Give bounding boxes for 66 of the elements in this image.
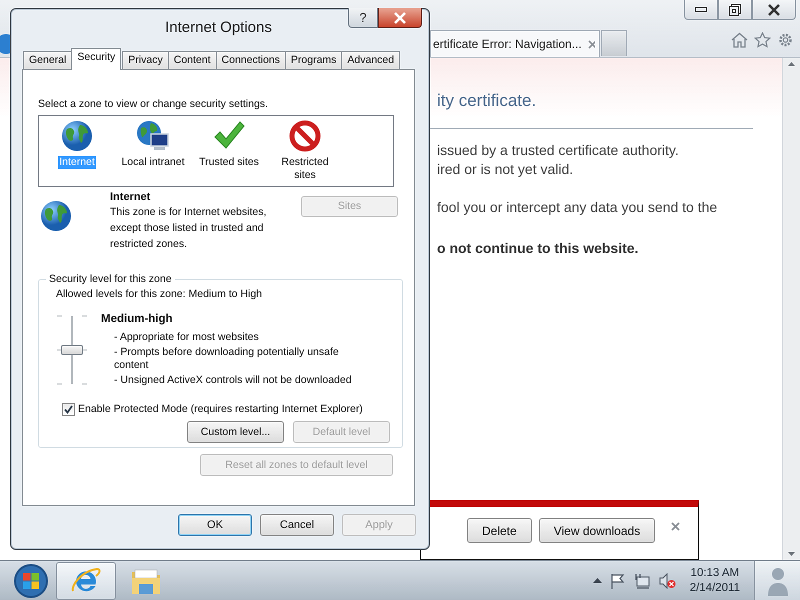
tab[interactable]: Connections	[216, 51, 286, 69]
muted-speaker-icon[interactable]	[658, 572, 676, 588]
dialog-title: Internet Options	[165, 18, 272, 38]
minimize-icon	[695, 6, 707, 12]
slider-track[interactable]	[56, 314, 88, 386]
globe-with-monitor-icon	[136, 120, 170, 152]
tab[interactable]: General	[23, 51, 72, 69]
bullet-text: - Unsigned ActiveX controls will not be downloaded	[114, 374, 353, 386]
show-hidden-icons-icon[interactable]	[592, 578, 602, 583]
user-button[interactable]	[754, 560, 800, 600]
no-entry-icon	[289, 120, 321, 152]
zone-label[interactable]: Local intranet	[120, 156, 186, 169]
network-icon[interactable]	[634, 572, 651, 588]
globe-icon	[61, 120, 93, 152]
custom-level-button[interactable]: Custom level...	[187, 421, 284, 444]
body-text-line: fool you or intercept any data you send to the	[437, 198, 718, 216]
cancel-button[interactable]: Cancel	[260, 514, 334, 536]
settings-icon[interactable]	[777, 32, 794, 48]
tab[interactable]: Security	[71, 48, 122, 70]
slider-thumb[interactable]	[61, 345, 83, 356]
bullet-text: - Appropriate for most websites	[114, 330, 260, 344]
body-text-line: issued by a trusted certificate authority.	[437, 140, 680, 160]
zone-prompt: Select a zone to view or change security settings.	[38, 97, 269, 112]
zone-list[interactable]: Internet Local intranet Trusted sites Restricted sites	[38, 114, 394, 187]
checkbox[interactable]	[62, 402, 75, 416]
tab[interactable]: Advanced	[341, 51, 400, 69]
clock[interactable]: 10:13 AM 2/14/2011	[684, 566, 746, 596]
zone-label[interactable]: Restricted sites	[270, 156, 340, 182]
scroll-up-icon[interactable]	[788, 62, 795, 66]
user-icon	[766, 566, 788, 596]
close-icon	[767, 4, 781, 16]
zone-name: Internet	[110, 190, 152, 205]
close-icon[interactable]	[588, 40, 595, 48]
scrollbar[interactable]	[782, 58, 800, 560]
ok-button[interactable]: OK	[178, 514, 252, 536]
close-icon[interactable]	[671, 522, 680, 531]
tab[interactable]: Content	[168, 51, 217, 69]
close-button[interactable]	[752, 0, 796, 20]
scroll-down-icon[interactable]	[788, 552, 795, 556]
bullet-text: - Prompts before downloading potentially unsafe content	[114, 346, 340, 372]
allowed-levels-text: Allowed levels for this zone: Medium to High	[56, 286, 264, 302]
checkbox-label: Enable Protected Mode (requires restarting Internet Explorer)	[78, 402, 363, 416]
tab[interactable]: Programs	[284, 51, 342, 69]
page-heading: ity certificate.	[437, 90, 538, 112]
zone-label[interactable]: Trusted sites	[198, 156, 260, 169]
taskbar-browser-button[interactable]	[56, 562, 116, 600]
windows-logo-icon	[13, 562, 49, 598]
body-text-line: ired or is not yet valid.	[437, 160, 574, 178]
minimize-button[interactable]	[684, 0, 718, 20]
star-icon[interactable]	[754, 32, 771, 48]
group-title: Security level for this zone	[48, 272, 173, 286]
warning-text: o not continue to this website.	[437, 238, 640, 258]
level-name: Medium-high	[101, 312, 174, 328]
view-downloads-button[interactable]: View downloads	[538, 518, 656, 543]
close-button[interactable]	[378, 8, 422, 28]
zone-description: This zone is for Internet websites, except those listed in trusted and restricted zones.	[110, 205, 268, 252]
restore-button[interactable]	[718, 0, 752, 20]
tab[interactable]: Privacy	[122, 51, 169, 69]
browser-tab[interactable]: ertificate Error: Navigation...	[430, 30, 600, 57]
home-icon[interactable]	[731, 32, 748, 48]
help-button[interactable]: ?	[348, 8, 378, 28]
close-icon	[393, 12, 407, 24]
flag-icon[interactable]	[610, 572, 626, 588]
delete-button[interactable]: Delete	[467, 518, 532, 543]
globe-icon	[40, 200, 72, 232]
restore-icon	[729, 4, 741, 16]
